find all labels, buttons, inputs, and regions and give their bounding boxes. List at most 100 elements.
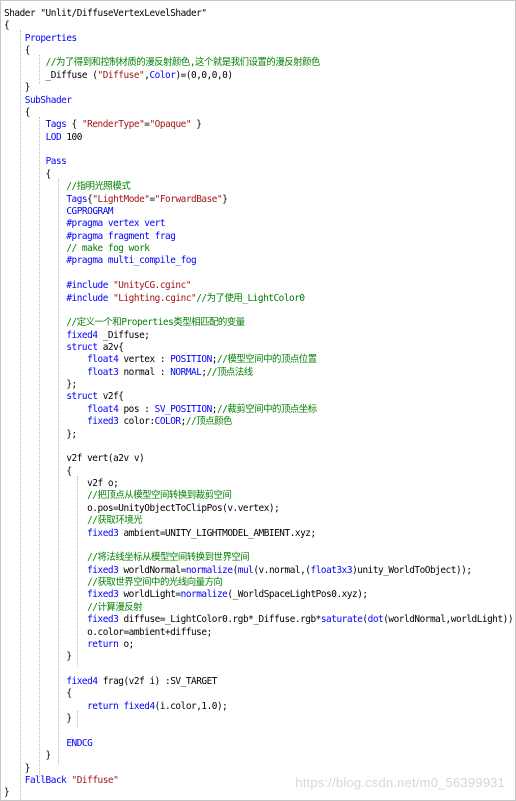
- code-token: CGPROGRAM: [66, 205, 114, 217]
- code-token: SubShader: [24, 94, 72, 106]
- code-token: }: [191, 119, 202, 131]
- code-token: diffuse=_LightColor0.rgb*_Diffuse.rgb*: [118, 614, 321, 626]
- code-token: // make fog work: [66, 243, 150, 255]
- code-token: fixed3: [87, 589, 119, 601]
- code-line: FallBack "Diffuse": [4, 774, 119, 787]
- code-token: )unity_WorldToObject));: [352, 564, 472, 576]
- code-token: SV_POSITION: [154, 403, 213, 415]
- code-line: {: [4, 45, 31, 57]
- code-token: LOD: [45, 131, 62, 143]
- code-line: Shader "Unlit/DiffuseVertexLevelShader": [4, 8, 207, 20]
- code-token: saturate: [320, 614, 363, 626]
- code-line: }: [4, 651, 72, 663]
- code-line: #include "UnityCG.cginc": [4, 280, 191, 292]
- code-token: o.pos=UnityObjectToClipPos(v.vertex);: [4, 502, 280, 514]
- code-line: #pragma multi_compile_fog: [4, 255, 196, 267]
- code-editor[interactable]: Shader "Unlit/DiffuseVertexLevelShader"{…: [1, 1, 515, 800]
- code-token: normalize: [180, 589, 228, 601]
- code-token: //模型空间中的顶点位置: [217, 354, 317, 366]
- code-token: _Diffuse (: [4, 69, 98, 81]
- code-token: (worldNormal,worldLight));: [383, 614, 516, 626]
- code-token: {: [4, 20, 10, 32]
- code-token: (v.normal,(: [253, 564, 311, 576]
- code-line: float4 pos : SV_POSITION;//裁剪空间中的顶点坐标: [4, 404, 317, 416]
- code-token: fixed3: [87, 527, 119, 539]
- code-token: Tags: [66, 193, 88, 205]
- code-token: _Diffuse;: [97, 329, 150, 341]
- code-token: "Diffuse": [97, 69, 145, 81]
- code-line: //定义一个和Properties类型相匹配的变量: [4, 317, 245, 329]
- code-token: frag(v2f i) :SV_TARGET: [97, 675, 218, 687]
- code-line: fixed4 _Diffuse;: [4, 329, 150, 342]
- code-line: }: [4, 82, 31, 94]
- code-token: 100: [61, 131, 82, 143]
- code-line: SubShader: [4, 95, 72, 107]
- code-token: Color: [149, 69, 176, 81]
- code-token: pos :: [118, 403, 155, 415]
- code-line: fixed3 ambient=UNITY_LIGHTMODEL_AMBIENT.…: [4, 528, 316, 540]
- code-token: float3: [87, 366, 119, 378]
- code-token: fixed3: [87, 564, 119, 576]
- code-line: {: [4, 20, 10, 32]
- code-token: }: [4, 713, 72, 725]
- code-token: {: [4, 168, 52, 180]
- code-line: {: [4, 688, 72, 700]
- code-line: return fixed4(i.color,1.0);: [4, 700, 228, 713]
- code-token: //把顶点从模型空间转换到裁剪空间: [87, 490, 232, 502]
- code-line: fixed4 frag(v2f i) :SV_TARGET: [4, 676, 217, 688]
- code-line: _Diffuse ("Diffuse",Color)=(0,0,0,0): [4, 70, 233, 82]
- code-editor-window: Shader "Unlit/DiffuseVertexLevelShader"{…: [0, 0, 516, 801]
- code-token: Properties: [24, 32, 77, 44]
- code-line: o.pos=UnityObjectToClipPos(v.vertex);: [4, 502, 280, 515]
- code-token: //裁剪空间中的顶点坐标: [217, 403, 317, 415]
- code-token: o.color=ambient+diffuse;: [4, 626, 212, 638]
- code-line: #pragma fragment frag: [4, 231, 176, 243]
- code-token: return: [87, 700, 119, 712]
- code-line: fixed3 worldNormal=normalize(mul(v.norma…: [4, 565, 472, 577]
- code-token: dot: [367, 614, 384, 626]
- code-line: CGPROGRAM: [4, 206, 113, 218]
- code-line: }: [4, 763, 31, 775]
- code-token: "Diffuse": [71, 774, 119, 786]
- code-line: {: [4, 168, 52, 181]
- code-token: return: [87, 638, 119, 650]
- code-token: NORMAL: [170, 366, 202, 378]
- code-line: o.color=ambient+diffuse;: [4, 627, 212, 639]
- code-token: Pass: [45, 156, 67, 168]
- code-token: "Lighting.cginc": [113, 292, 197, 304]
- code-token: v2f vert(a2v v): [4, 453, 145, 465]
- code-token: "ForwardBase": [154, 193, 223, 205]
- code-line: }: [4, 713, 72, 725]
- code-line: v2f o;: [4, 478, 119, 490]
- code-token: worldNormal=: [118, 564, 186, 576]
- code-token: //获取环境光: [87, 515, 143, 527]
- code-token: #pragma vertex vert: [66, 218, 166, 230]
- code-token: //为了得到和控制材质的漫反射颜色,这个就是我们设置的漫反射颜色: [45, 57, 321, 69]
- code-token: //顶点颜色: [185, 416, 233, 428]
- code-token: };: [4, 428, 77, 440]
- code-token: vertex :: [118, 354, 171, 366]
- code-token: #include: [66, 292, 114, 304]
- code-token: //将法线坐标从模型空间转换到世界空间: [87, 552, 250, 564]
